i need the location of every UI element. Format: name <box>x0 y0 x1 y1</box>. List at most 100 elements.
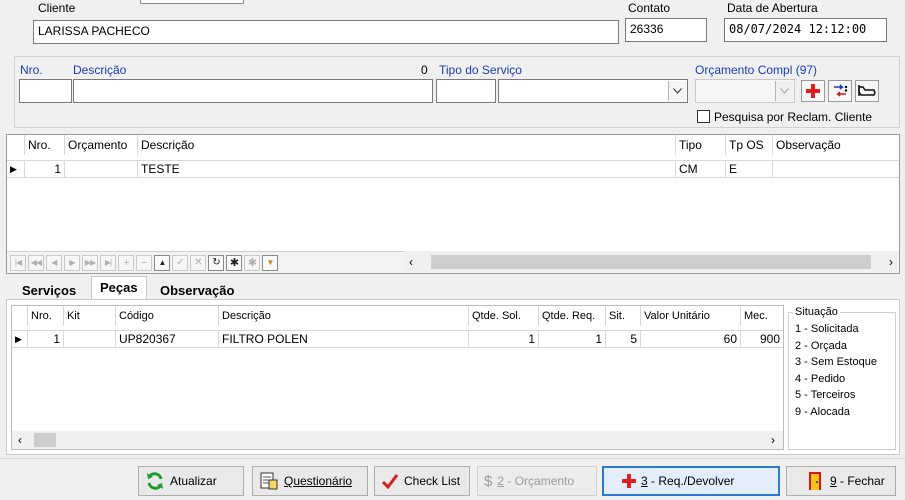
row-indicator-header <box>7 135 25 155</box>
cell-tp-os[interactable]: E <box>726 161 773 177</box>
col-descricao[interactable]: Descrição <box>219 306 469 326</box>
nav-refresh-button[interactable]: ↻ <box>208 255 224 271</box>
row-indicator-header <box>12 306 28 326</box>
contato-label: Contato <box>628 1 671 15</box>
contato-field[interactable]: 26336 <box>625 18 707 42</box>
col-tipo[interactable]: Tipo <box>676 135 726 155</box>
scroll-right-arrow-icon[interactable]: › <box>771 433 775 447</box>
nav-edit-button[interactable]: ▲ <box>154 255 170 271</box>
red-cross-icon <box>806 84 820 98</box>
pesquisa-label: Pesquisa por Reclam. Cliente <box>714 110 873 124</box>
col-valor-unitario[interactable]: Valor Unitário <box>641 306 741 326</box>
nav-cancel-button[interactable]: ✕ <box>190 255 206 271</box>
check-list-button[interactable]: Check List <box>374 466 470 496</box>
pesquisa-checkbox[interactable] <box>697 110 710 123</box>
nav-post-button[interactable]: ✓ <box>172 255 188 271</box>
parts-grid-hscrollbar[interactable]: ‹ › <box>12 431 783 449</box>
descricao-input[interactable] <box>73 79 433 103</box>
situacao-item: 2 - Orçada <box>795 340 847 352</box>
cell-nro[interactable]: 1 <box>28 331 64 347</box>
cliente-field[interactable]: LARISSA PACHECO <box>33 20 619 44</box>
nav-prior-page-button[interactable]: ◀◀ <box>28 255 44 271</box>
nav-insert-button[interactable]: + <box>118 255 134 271</box>
fechar-label: - Fechar <box>836 474 885 488</box>
atualizar-label: Atualizar <box>170 474 217 488</box>
add-orcamento-button[interactable] <box>801 80 825 102</box>
cell-tipo[interactable]: CM <box>676 161 726 177</box>
cell-observacao[interactable] <box>773 161 899 177</box>
col-nro[interactable]: Nro. <box>28 306 64 326</box>
table-row[interactable]: ▶ 1 UP820367 FILTRO POLEN 1 1 5 60 900 <box>12 330 783 348</box>
atualizar-button[interactable]: Atualizar <box>138 466 244 496</box>
exit-door-icon <box>809 472 821 490</box>
cell-kit[interactable] <box>64 331 116 347</box>
col-codigo[interactable]: Código <box>116 306 219 326</box>
col-qtde-sol[interactable]: Qtde. Sol. <box>469 306 539 326</box>
tipo-servico-select[interactable] <box>498 79 688 103</box>
col-orcamento[interactable]: Orçamento <box>65 135 138 155</box>
scroll-thumb[interactable] <box>431 255 871 269</box>
col-tp-os[interactable]: Tp OS <box>726 135 773 155</box>
col-qtde-req[interactable]: Qtde. Req. <box>539 306 606 326</box>
nav-last-button[interactable]: ▶| <box>100 255 116 271</box>
vehicle-button[interactable] <box>855 80 879 102</box>
col-sit[interactable]: Sit. <box>606 306 641 326</box>
nav-prior-button[interactable]: ◀ <box>46 255 62 271</box>
parts-grid-header: Nro. Kit Código Descrição Qtde. Sol. Qtd… <box>12 306 783 326</box>
nro-input[interactable] <box>19 79 72 103</box>
parts-grid[interactable]: Nro. Kit Código Descrição Qtde. Sol. Qtd… <box>11 305 784 450</box>
cell-codigo[interactable]: UP820367 <box>116 331 219 347</box>
situacao-item: 5 - Terceiros <box>795 389 856 401</box>
grid-navigator: |◀ ◀◀ ◀ ▶ ▶▶ ▶| + − ▲ ✓ ✕ ↻ ✱ ✱ ▼ <box>7 251 427 273</box>
nav-goto-bookmark-button[interactable]: ✱ <box>244 255 260 271</box>
services-grid[interactable]: Nro. Orçamento Descrição Tipo Tp OS Obse… <box>6 134 900 274</box>
cell-sit[interactable]: 5 <box>606 331 641 347</box>
fechar-shortcut: 9 <box>830 474 837 488</box>
col-kit[interactable]: Kit <box>64 306 116 326</box>
cell-qtde-sol[interactable]: 1 <box>469 331 539 347</box>
col-descricao[interactable]: Descrição <box>138 135 676 155</box>
table-row[interactable]: ▶ 1 TESTE CM E <box>7 160 899 178</box>
scroll-left-arrow-icon[interactable]: ‹ <box>18 433 22 447</box>
cell-mec[interactable]: 900 <box>741 331 783 347</box>
situacao-item: 1 - Solicitada <box>795 323 859 335</box>
chevron-down-icon[interactable] <box>775 81 793 101</box>
scroll-right-arrow-icon[interactable]: › <box>889 255 893 269</box>
questionario-button[interactable]: Questionário <box>252 466 368 496</box>
nav-delete-button[interactable]: − <box>136 255 152 271</box>
nav-bookmark-button[interactable]: ✱ <box>226 255 242 271</box>
nav-first-button[interactable]: |◀ <box>10 255 26 271</box>
current-row-indicator: ▶ <box>7 161 25 177</box>
tab-pecas[interactable]: Peças <box>91 276 147 300</box>
count-label: 0 <box>421 63 428 77</box>
orcamento-compl-select[interactable] <box>695 79 795 103</box>
chevron-down-icon[interactable] <box>668 81 686 101</box>
orcamento-label: - Orçamento <box>504 474 575 488</box>
nav-next-page-button[interactable]: ▶▶ <box>82 255 98 271</box>
situacao-item: 9 - Alocada <box>795 406 851 418</box>
transfer-button[interactable] <box>828 80 852 102</box>
scroll-thumb[interactable] <box>34 433 56 447</box>
filter-icon[interactable]: ▼ <box>262 255 278 271</box>
col-observacao[interactable]: Observação <box>773 135 899 155</box>
cell-descricao[interactable]: FILTRO POLEN <box>219 331 469 347</box>
refresh-icon <box>147 472 163 490</box>
cell-orcamento[interactable] <box>65 161 138 177</box>
cell-descricao[interactable]: TESTE <box>138 161 676 177</box>
tipo-servico-code-input[interactable] <box>436 79 496 103</box>
services-grid-hscrollbar[interactable]: ‹ › <box>405 251 899 273</box>
cell-qtde-req[interactable]: 1 <box>539 331 606 347</box>
services-grid-header: Nro. Orçamento Descrição Tipo Tp OS Obse… <box>7 135 899 155</box>
check-list-label: Check List <box>404 474 461 488</box>
nav-next-button[interactable]: ▶ <box>64 255 80 271</box>
fechar-button[interactable]: 9 - Fechar <box>786 466 896 496</box>
orcamento-button[interactable]: $ 2 - Orçamento <box>477 466 597 496</box>
dollar-icon: $ <box>484 472 493 490</box>
scroll-left-arrow-icon[interactable]: ‹ <box>409 255 413 269</box>
cell-nro[interactable]: 1 <box>25 161 65 177</box>
cell-valor-unitario[interactable]: 60 <box>641 331 741 347</box>
col-nro[interactable]: Nro. <box>25 135 65 155</box>
req-devolver-button[interactable]: 3 - Req./Devolver <box>602 466 780 496</box>
data-abertura-field[interactable]: 08/07/2024 12:12:00 <box>724 18 887 42</box>
col-mec[interactable]: Mec. <box>741 306 783 326</box>
